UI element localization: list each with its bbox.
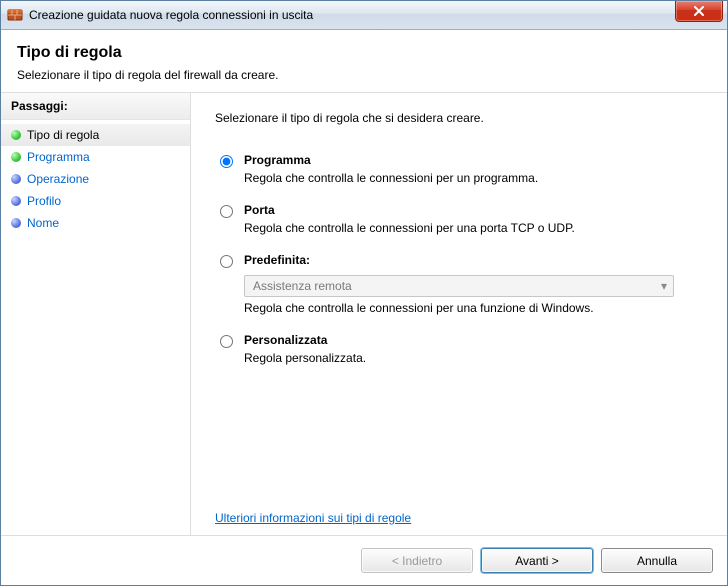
- step-label: Profilo: [27, 194, 61, 208]
- step-bullet-icon: [11, 152, 21, 162]
- step-programma[interactable]: Programma: [1, 146, 190, 168]
- step-bullet-icon: [11, 218, 21, 228]
- step-profilo[interactable]: Profilo: [1, 190, 190, 212]
- step-label: Tipo di regola: [27, 128, 99, 142]
- predefinita-selected-value: Assistenza remota: [253, 279, 352, 293]
- radio-personalizzata[interactable]: [220, 335, 233, 348]
- steps-heading: Passaggi:: [1, 93, 190, 120]
- chevron-down-icon: ▾: [661, 279, 667, 293]
- option-porta[interactable]: Porta Regola che controlla le connession…: [215, 203, 703, 235]
- main-prompt: Selezionare il tipo di regola che si des…: [215, 111, 703, 125]
- close-button[interactable]: [675, 1, 723, 22]
- close-icon: [693, 6, 705, 16]
- step-bullet-icon: [11, 174, 21, 184]
- wizard-footer: < Indietro Avanti > Annulla: [1, 535, 727, 585]
- wizard-steps-sidebar: Passaggi: Tipo di regola Programma Opera…: [1, 93, 191, 535]
- wizard-main-panel: Selezionare il tipo di regola che si des…: [191, 93, 727, 535]
- radio-predefinita[interactable]: [220, 255, 233, 268]
- option-title: Predefinita:: [244, 253, 674, 267]
- option-desc: Regola che controlla le connessioni per …: [244, 301, 674, 315]
- wizard-header: Tipo di regola Selezionare il tipo di re…: [1, 30, 727, 93]
- option-desc: Regola personalizzata.: [244, 351, 366, 365]
- radio-programma[interactable]: [220, 155, 233, 168]
- back-button: < Indietro: [361, 548, 473, 573]
- page-subtitle: Selezionare il tipo di regola del firewa…: [17, 68, 711, 82]
- option-programma[interactable]: Programma Regola che controlla le connes…: [215, 153, 703, 185]
- step-tipo-di-regola[interactable]: Tipo di regola: [1, 124, 190, 146]
- step-operazione[interactable]: Operazione: [1, 168, 190, 190]
- next-button[interactable]: Avanti >: [481, 548, 593, 573]
- rule-type-options: Programma Regola che controlla le connes…: [215, 153, 703, 365]
- step-label: Operazione: [27, 172, 89, 186]
- option-desc: Regola che controlla le connessioni per …: [244, 171, 538, 185]
- step-bullet-icon: [11, 130, 21, 140]
- option-title: Programma: [244, 153, 538, 167]
- option-desc: Regola che controlla le connessioni per …: [244, 221, 575, 235]
- window-title: Creazione guidata nuova regola connessio…: [29, 8, 313, 22]
- page-title: Tipo di regola: [17, 44, 711, 62]
- step-nome[interactable]: Nome: [1, 212, 190, 234]
- titlebar: Creazione guidata nuova regola connessio…: [1, 1, 727, 30]
- option-title: Porta: [244, 203, 575, 217]
- option-predefinita[interactable]: Predefinita: Assistenza remota ▾ Regola …: [215, 253, 703, 315]
- learn-more-link[interactable]: Ulteriori informazioni sui tipi di regol…: [215, 471, 411, 525]
- wizard-content: Passaggi: Tipo di regola Programma Opera…: [1, 93, 727, 535]
- step-label: Nome: [27, 216, 59, 230]
- step-bullet-icon: [11, 196, 21, 206]
- step-label: Programma: [27, 150, 90, 164]
- option-title: Personalizzata: [244, 333, 366, 347]
- predefinita-select: Assistenza remota ▾: [244, 275, 674, 297]
- radio-porta[interactable]: [220, 205, 233, 218]
- steps-list: Tipo di regola Programma Operazione Prof…: [1, 120, 190, 234]
- cancel-button[interactable]: Annulla: [601, 548, 713, 573]
- wizard-window: Creazione guidata nuova regola connessio…: [0, 0, 728, 586]
- option-personalizzata[interactable]: Personalizzata Regola personalizzata.: [215, 333, 703, 365]
- firewall-icon: [7, 7, 23, 23]
